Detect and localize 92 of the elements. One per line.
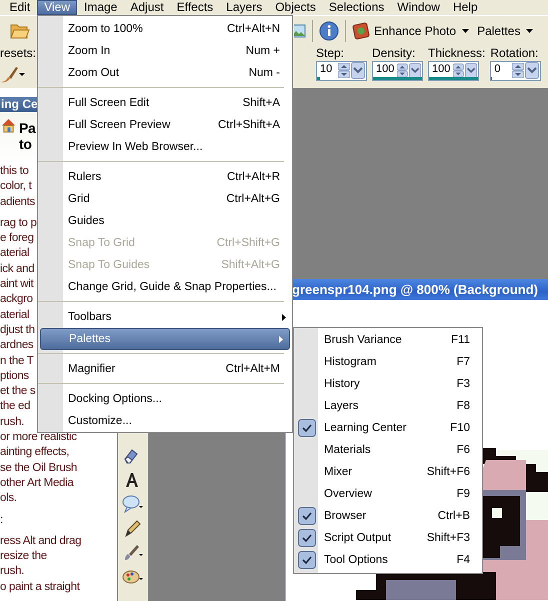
caret-icon <box>526 28 534 32</box>
field-label: Step: <box>316 46 346 60</box>
spin-field[interactable]: 100 <box>428 61 479 81</box>
help-text-line: se the Oil Brush <box>0 460 78 476</box>
menu-item[interactable]: Full Screen Edit Shift+A <box>38 92 292 114</box>
menu-item[interactable]: Layers F8 <box>294 395 482 417</box>
menu-item[interactable]: Window <box>390 0 446 15</box>
book-icon[interactable] <box>352 22 370 40</box>
panel-title: ing Ce <box>1 97 38 112</box>
help-text-line: et the s <box>0 384 36 400</box>
spin-field[interactable]: 0 <box>490 61 542 81</box>
heading-text: to <box>19 136 32 152</box>
help-text-line: color, t <box>0 179 32 194</box>
field-label: Density: <box>372 46 416 60</box>
help-text-line: rag to p <box>0 216 37 231</box>
menu-item[interactable]: Script Output Shift+F3 <box>294 527 482 549</box>
menu-item[interactable]: Magnifier Ctrl+Alt+M <box>38 358 292 380</box>
menu-item[interactable]: Palettes <box>40 328 290 350</box>
toolbar-dropdown-button[interactable]: Enhance Photo <box>370 22 474 40</box>
help-text-line: ick and <box>0 262 34 277</box>
menu-item[interactable]: Preview In Web Browser... <box>38 136 292 158</box>
menu-item[interactable]: Zoom to 100% Ctrl+Alt+N <box>38 18 292 40</box>
help-text-line: ackgro <box>0 292 33 308</box>
brush-preset-icon[interactable] <box>0 65 26 83</box>
menu-item[interactable]: Overview F9 <box>294 483 482 505</box>
help-text-line: : <box>0 512 3 528</box>
menu-item[interactable]: Materials F6 <box>294 439 482 461</box>
menu-item[interactable]: Help <box>446 0 484 15</box>
menu-item[interactable]: Guides <box>38 210 292 232</box>
menu-item[interactable]: History F3 <box>294 373 482 395</box>
speech-bubble-icon[interactable] <box>122 494 144 514</box>
submenu-arrow-icon <box>282 314 286 320</box>
spin-field[interactable]: 10 <box>316 61 367 81</box>
help-text-line: resize the <box>0 549 47 564</box>
menu-item[interactable]: Customize... <box>38 410 292 432</box>
menu-item[interactable]: Toolbars <box>38 306 292 328</box>
menu-item[interactable]: Image <box>77 0 124 15</box>
help-text-line: adients <box>0 194 35 210</box>
menu-item[interactable]: Layers <box>220 0 269 15</box>
help-text-line: this to <box>0 164 29 179</box>
menu-item[interactable]: Selections <box>322 0 391 15</box>
brush-icon[interactable] <box>122 542 144 562</box>
menu-item[interactable]: View <box>36 0 78 15</box>
spinner-icon[interactable] <box>453 63 464 78</box>
help-text-line: aint wit <box>0 277 34 292</box>
help-text-line: e foreg <box>0 231 34 246</box>
field-label: Rotation: <box>490 46 540 60</box>
menu-item[interactable]: Grid Ctrl+Alt+G <box>38 188 292 210</box>
help-text-line: n the T <box>0 354 34 369</box>
folder-icon[interactable] <box>10 22 30 39</box>
image-icon[interactable] <box>294 22 306 38</box>
spinner-icon[interactable] <box>338 63 350 78</box>
menu-item[interactable]: Browser Ctrl+B <box>294 505 482 527</box>
help-text-line: djust th <box>0 322 35 338</box>
menu-item[interactable]: Edit <box>3 0 37 15</box>
field-label: Thickness: <box>428 46 486 60</box>
help-text-line: rush. <box>0 564 24 580</box>
submenu-arrow-icon <box>279 336 283 342</box>
menu-item[interactable]: Learning Center F10 <box>294 417 482 439</box>
toolbar-dropdown-button[interactable]: Palettes <box>473 22 538 40</box>
help-text-line: or more realistic <box>0 430 77 446</box>
help-text-line: o paint a straight <box>0 580 80 595</box>
menu-item[interactable]: Histogram F7 <box>294 351 482 373</box>
menu-item[interactable]: Rulers Ctrl+Alt+R <box>38 166 292 188</box>
info-icon[interactable] <box>319 20 339 40</box>
help-text-line: ainting effects, <box>0 445 70 460</box>
help-text-line: ress Alt and drag <box>0 534 82 549</box>
spinner-icon[interactable] <box>512 63 524 78</box>
menu-item[interactable]: Tool Options F4 <box>294 549 482 571</box>
help-text-line: the ed <box>0 399 30 414</box>
spin-field[interactable]: 100 <box>372 61 423 81</box>
help-text-line: other Art Media <box>0 476 74 491</box>
help-text-line: ols. <box>0 491 17 506</box>
menu-item[interactable]: Brush Variance F11 <box>294 329 482 351</box>
menu-item[interactable]: Objects <box>268 0 322 15</box>
heading-text: Pa <box>19 120 36 136</box>
help-text-line: ardnes <box>0 338 34 354</box>
help-text-line: aterial <box>0 246 30 262</box>
menu-item[interactable]: Zoom Out Num - <box>38 62 292 84</box>
menu-item[interactable]: Adjust <box>124 0 170 15</box>
help-text-line: rush. <box>0 414 24 430</box>
menu-item[interactable]: Full Screen Preview Ctrl+Shift+A <box>38 114 292 136</box>
house-icon <box>1 118 16 133</box>
menu-item[interactable]: Zoom In Num + <box>38 40 292 62</box>
help-text-line: aterial <box>0 308 30 323</box>
menu-item[interactable]: Mixer Shift+F6 <box>294 461 482 483</box>
menu-item[interactable]: Effects <box>170 0 220 15</box>
caret-icon <box>462 28 470 32</box>
presets-label: resets: <box>0 46 36 60</box>
spinner-icon[interactable] <box>397 63 408 78</box>
help-text-line: ptions <box>0 368 29 384</box>
menu-item[interactable]: Docking Options... <box>38 388 292 410</box>
